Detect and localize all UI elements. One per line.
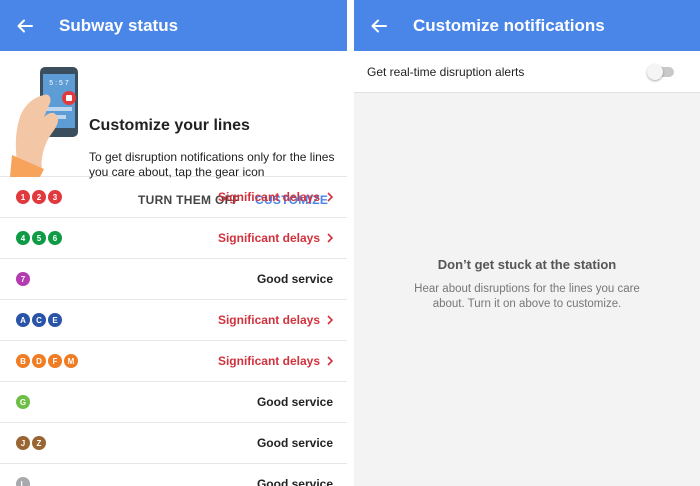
line-status-row[interactable]: G Good service — [0, 382, 347, 423]
alerts-toggle-label: Get real-time disruption alerts — [367, 64, 525, 79]
line-bullet: G — [16, 395, 30, 409]
chevron-right-icon — [327, 356, 334, 366]
customize-notifications-screen: Customize notifications Get real-time di… — [354, 0, 700, 486]
back-button[interactable] — [0, 0, 50, 51]
promo-heading: Customize your lines — [89, 117, 250, 134]
line-status-row[interactable]: L Good service — [0, 464, 347, 486]
back-button[interactable] — [354, 0, 404, 51]
line-bullet: D — [32, 354, 46, 368]
line-bullets: BDFM — [16, 354, 78, 368]
line-bullet: 7 — [16, 272, 30, 286]
line-bullet: E — [48, 313, 62, 327]
line-bullet: A — [16, 313, 30, 327]
status-label: Good service — [257, 272, 333, 286]
status-label: Significant delays — [218, 190, 334, 204]
status-text: Significant delays — [217, 354, 320, 368]
line-bullets: 7 — [16, 272, 30, 286]
line-bullets: 123 — [16, 190, 62, 204]
page-title: Customize notifications — [413, 15, 605, 35]
line-bullets: ACE — [16, 313, 62, 327]
status-text: Significant delays — [217, 313, 320, 327]
line-status-row[interactable]: B D F M Significant delays — [0, 341, 347, 382]
line-bullet: 3 — [48, 190, 62, 204]
alerts-toggle-switch[interactable] — [647, 64, 674, 80]
status-text: Good service — [256, 272, 333, 286]
chevron-right-icon — [327, 192, 334, 202]
app-bar: Subway status — [0, 0, 347, 51]
line-bullet: 2 — [32, 190, 46, 204]
chevron-right-icon — [327, 233, 334, 243]
promo-description: To get disruption notifications only for… — [89, 150, 335, 179]
line-bullet: C — [32, 313, 46, 327]
status-text: Good service — [256, 477, 333, 486]
empty-state-text: Hear about disruptions for the lines you… — [414, 283, 640, 310]
line-bullet: 4 — [16, 231, 30, 245]
status-text: Good service — [256, 395, 333, 409]
line-bullet: L — [16, 477, 30, 486]
status-text: Significant delays — [217, 190, 320, 204]
status-label: Good service — [257, 436, 333, 450]
toggle-knob — [647, 64, 663, 80]
status-label: Significant delays — [218, 313, 334, 327]
line-bullets: 456 — [16, 231, 62, 245]
line-bullets: L — [16, 477, 30, 486]
line-status-list: 1 2 3 Significant delays 4 5 6 Significant dela… — [0, 177, 347, 486]
line-bullet: 6 — [48, 231, 62, 245]
line-bullet: 5 — [32, 231, 46, 245]
status-label: Good service — [257, 477, 333, 486]
back-arrow-icon — [371, 19, 387, 32]
line-status-row[interactable]: J Z Good service — [0, 423, 347, 464]
phone-hand-illustration: 5 : 5 7 — [10, 67, 78, 177]
status-text: Good service — [256, 436, 333, 450]
chevron-right-icon — [327, 315, 334, 325]
line-status-row[interactable]: 4 5 6 Significant delays — [0, 218, 347, 259]
line-bullet: Z — [32, 436, 46, 450]
customize-lines-card: 5 : 5 7 Customize your lines To get disr… — [0, 51, 347, 207]
page-title: Subway status — [59, 15, 179, 35]
line-status-row[interactable]: A C E Significant delays — [0, 300, 347, 341]
line-bullet: M — [64, 354, 78, 368]
status-label: Significant delays — [218, 231, 334, 245]
line-bullets: JZ — [16, 436, 46, 450]
screen-divider — [347, 0, 354, 486]
svg-text:5 : 5 7: 5 : 5 7 — [49, 80, 69, 87]
status-text: Significant delays — [217, 231, 320, 245]
app-bar: Customize notifications — [354, 0, 700, 51]
line-bullet: J — [16, 436, 30, 450]
status-label: Good service — [257, 395, 333, 409]
empty-state-title: Don’t get stuck at the station — [437, 257, 617, 272]
status-label: Significant delays — [218, 354, 334, 368]
empty-state: Don’t get stuck at the station Hear abou… — [354, 257, 700, 312]
alerts-toggle-row[interactable]: Get real-time disruption alerts — [354, 51, 700, 93]
subway-status-screen: Subway status 5 : 5 7 Customize your lin… — [0, 0, 347, 486]
line-bullets: G — [16, 395, 30, 409]
line-bullet: 1 — [16, 190, 30, 204]
line-bullet: F — [48, 354, 62, 368]
line-status-row[interactable]: 7 Good service — [0, 259, 347, 300]
back-arrow-icon — [17, 19, 33, 32]
line-status-row[interactable]: 1 2 3 Significant delays — [0, 177, 347, 218]
line-bullet: B — [16, 354, 30, 368]
